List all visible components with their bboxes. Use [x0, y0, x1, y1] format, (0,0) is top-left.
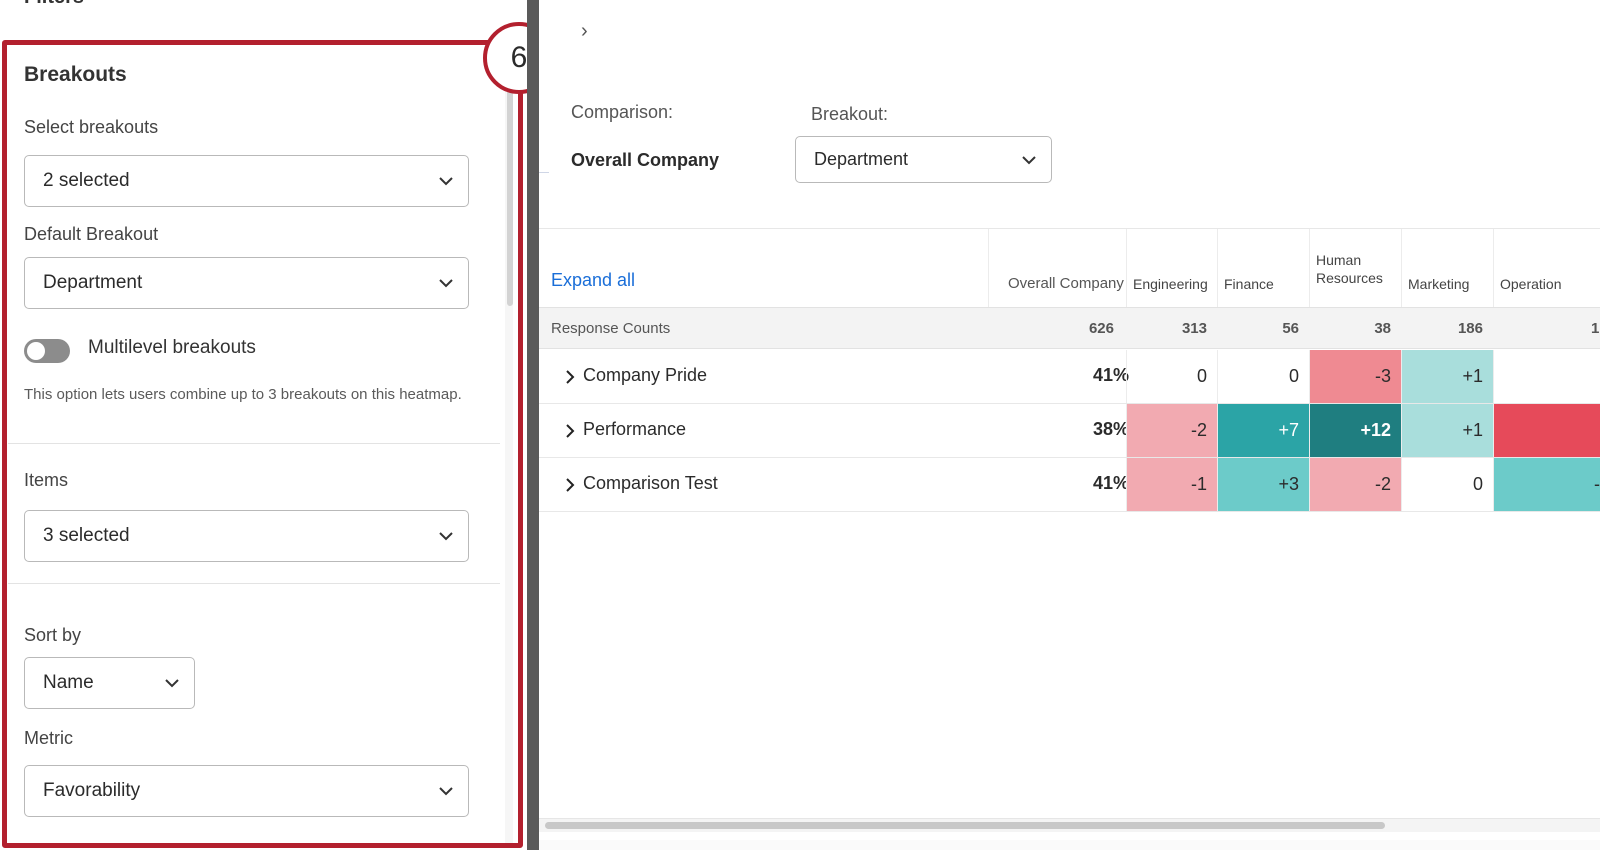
select-breakouts-dropdown[interactable]: 2 selected — [24, 155, 469, 207]
row-overall-value: 41% — [1092, 473, 1129, 493]
chevron-down-icon — [150, 678, 194, 688]
chevron-right-icon[interactable] — [565, 477, 575, 493]
header-marketing: Marketing — [1401, 229, 1493, 307]
count-overall: 626 — [1088, 320, 1114, 337]
horizontal-scrollbar-thumb[interactable] — [545, 822, 1385, 829]
heatmap-cell: +7 — [1217, 404, 1309, 457]
select-breakouts-label: Select breakouts — [24, 117, 159, 137]
heatmap-cell — [1493, 350, 1600, 403]
row-label: Comparison Test — [583, 473, 718, 493]
heatmap-cell: -3 — [1309, 350, 1401, 403]
items-value: 3 selected — [43, 525, 130, 546]
filters-panel: Filters Breakouts Select breakouts 2 sel… — [0, 0, 520, 850]
heatmap-cell: +12 — [1309, 404, 1401, 457]
row-label: Company Pride — [583, 365, 708, 385]
heatmap-cell: - — [1493, 458, 1600, 511]
heatmap-header-row: Engineering Finance Human Resources Mark… — [539, 229, 1600, 307]
breadcrumb-chevron-icon[interactable]: › — [581, 20, 588, 43]
row-overall-value: 41% — [1092, 365, 1129, 385]
multilevel-breakouts-toggle[interactable] — [24, 339, 70, 363]
header-finance: Finance — [1217, 229, 1309, 307]
heatmap-cell: 0 — [1126, 350, 1217, 403]
breakouts-heading: Breakouts — [24, 63, 127, 86]
heatmap-cell: 0 — [1401, 458, 1493, 511]
default-breakout-dropdown[interactable]: Department — [24, 257, 469, 309]
count-marketing: 186 — [1457, 320, 1483, 337]
heatmap-cell: -1 — [1126, 458, 1217, 511]
heatmap-cell: +3 — [1217, 458, 1309, 511]
heatmap-cell — [1493, 404, 1600, 457]
header-operations: Operation — [1493, 229, 1600, 307]
table-row[interactable]: Comparison Test 41% -1 +3 -2 0 - — [539, 458, 1600, 512]
table-row[interactable]: Company Pride 41% 0 0 -3 +1 — [539, 350, 1600, 404]
multilevel-help-text: This option lets users combine up to 3 b… — [24, 386, 462, 403]
heatmap-cell: 0 — [1217, 350, 1309, 403]
response-counts-row: Response Counts 626 313 56 38 186 1 — [539, 307, 1600, 349]
expand-all-link[interactable]: Expand all — [551, 270, 635, 291]
breakout-dropdown[interactable]: Department — [795, 136, 1052, 183]
chevron-down-icon — [424, 176, 468, 186]
count-engineering: 313 — [1181, 320, 1207, 337]
row-overall-value: 38% — [1092, 419, 1129, 439]
heatmap-cell: -2 — [1309, 458, 1401, 511]
count-finance: 56 — [1282, 320, 1299, 337]
chevron-down-icon — [1007, 155, 1051, 165]
section-divider — [8, 583, 500, 584]
chevron-right-icon[interactable] — [565, 423, 575, 439]
filters-title: Filters — [24, 0, 84, 9]
chevron-right-icon[interactable] — [565, 369, 575, 385]
response-counts-label: Response Counts — [551, 320, 671, 337]
breakout-label: Breakout: — [811, 104, 889, 124]
header-label: Engineering — [1133, 276, 1208, 292]
sort-by-value: Name — [43, 672, 94, 693]
heatmap-cell: +1 — [1401, 350, 1493, 403]
chevron-down-icon — [424, 531, 468, 541]
overall-company-header: Overall Company — [1008, 275, 1124, 292]
footer-strip — [539, 840, 1600, 850]
metric-label: Metric — [24, 728, 73, 748]
metric-dropdown[interactable]: Favorability — [24, 765, 469, 817]
comparison-value: Overall Company — [571, 150, 720, 170]
default-breakout-value: Department — [43, 272, 143, 293]
toggle-knob — [27, 342, 45, 360]
section-divider — [8, 443, 500, 444]
breakout-value: Department — [814, 149, 909, 169]
table-row[interactable]: Performance 38% -2 +7 +12 +1 — [539, 404, 1600, 458]
tab-divider — [539, 172, 549, 173]
comparison-label: Comparison: — [571, 102, 674, 122]
header-label: Finance — [1224, 276, 1274, 292]
count-human-resources: 38 — [1374, 320, 1391, 337]
items-label: Items — [24, 470, 69, 490]
panel-scrollbar-thumb[interactable] — [507, 80, 513, 306]
header-human-resources: Human Resources — [1309, 229, 1401, 307]
header-label: Human Resources — [1316, 252, 1383, 286]
chevron-down-icon — [424, 786, 468, 796]
chevron-down-icon — [424, 278, 468, 288]
heatmap-cell: -2 — [1126, 404, 1217, 457]
metric-value: Favorability — [43, 780, 141, 801]
header-overall-column — [988, 229, 1126, 307]
default-breakout-label: Default Breakout — [24, 224, 159, 244]
select-breakouts-value: 2 selected — [43, 170, 130, 191]
items-dropdown[interactable]: 3 selected — [24, 510, 469, 562]
header-engineering: Engineering — [1126, 229, 1217, 307]
sort-by-dropdown[interactable]: Name — [24, 657, 195, 709]
heatmap-cell: +1 — [1401, 404, 1493, 457]
count-operations: 1 — [1591, 320, 1600, 337]
multilevel-breakouts-label: Multilevel breakouts — [88, 337, 256, 358]
sort-by-label: Sort by — [24, 625, 82, 645]
header-label: Marketing — [1408, 276, 1470, 292]
row-label: Performance — [583, 419, 687, 439]
heatmap-preview: › t Comparison: Overall Company Breakout… — [539, 0, 1600, 850]
panel-separator — [527, 0, 539, 850]
header-label: Operation — [1500, 276, 1562, 292]
